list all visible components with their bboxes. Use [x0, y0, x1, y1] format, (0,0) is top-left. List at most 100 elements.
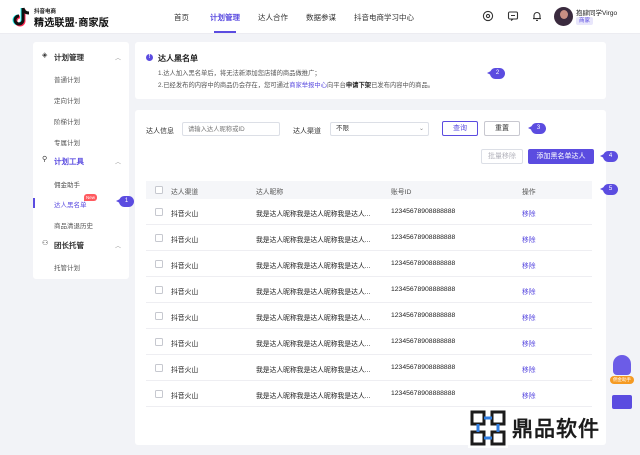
annotation-marker-3: 3 — [528, 123, 546, 134]
avatar[interactable] — [554, 7, 573, 26]
cell-account-id: 12345678908888888 — [391, 234, 456, 241]
annotation-marker-5: 5 — [600, 184, 618, 195]
sidebar-group-plan-tools[interactable]: 计划工具 — [54, 156, 84, 167]
help-circle-icon[interactable] — [482, 10, 494, 22]
chevron-up-icon[interactable]: ︿ — [115, 157, 121, 166]
cell-channel: 抖音火山 — [171, 341, 199, 348]
group-icon: ⚇ — [42, 240, 49, 247]
sidebar-item-hosted-plan[interactable]: 托管计划 — [54, 262, 80, 272]
cell-channel: 抖音火山 — [171, 367, 199, 374]
nav-item-plan-management[interactable]: 计划管理 — [210, 12, 240, 23]
select-all-checkbox[interactable] — [155, 186, 163, 194]
cell-channel: 抖音火山 — [171, 289, 199, 296]
commission-assistant-float[interactable]: 佣金助手 — [610, 355, 634, 387]
remove-link[interactable]: 移除 — [522, 338, 536, 348]
cell-account-id: 12345678908888888 — [391, 260, 456, 267]
chevron-up-icon[interactable]: ︿ — [115, 53, 121, 62]
cell-channel: 抖音火山 — [171, 315, 199, 322]
page-title: 达人黑名单 — [158, 54, 198, 63]
user-name[interactable]: 抱肆同学Virgo — [576, 7, 617, 17]
column-header-account-id: 账号ID — [391, 189, 412, 196]
remove-link[interactable]: 移除 — [522, 234, 536, 244]
annotation-marker-4: 4 — [600, 151, 618, 162]
plan-icon: ◈ — [42, 52, 48, 59]
talent-channel-label: 达人渠道 — [293, 128, 321, 135]
table-row: 抖音火山 我是达人昵称我是达人昵称我是达人... 12345678908888888… — [146, 303, 592, 329]
cell-channel: 抖音火山 — [171, 263, 199, 270]
cell-channel: 抖音火山 — [171, 211, 199, 218]
nav-item-learning-center[interactable]: 抖音电商学习中心 — [354, 12, 414, 23]
sidebar-item-normal-plan[interactable]: 普通计划 — [54, 74, 80, 84]
sidebar-item-product-clearance-history[interactable]: 商品清退历史 — [54, 220, 93, 230]
sidebar-item-commission-assistant[interactable]: 佣金助手 — [54, 179, 80, 189]
cell-account-id: 12345678908888888 — [391, 286, 456, 293]
row-checkbox[interactable] — [155, 286, 163, 294]
talent-channel-select[interactable]: 不限 ⌄ — [330, 122, 429, 136]
nav-item-home[interactable]: 首页 — [174, 12, 189, 23]
cell-account-id: 12345678908888888 — [391, 338, 456, 345]
cell-nickname: 我是达人昵称我是达人昵称我是达人... — [256, 393, 371, 400]
table-header: 达人渠道 达人昵称 账号ID 操作 — [146, 181, 592, 199]
cell-nickname: 我是达人昵称我是达人昵称我是达人... — [256, 341, 371, 348]
remove-link[interactable]: 移除 — [522, 390, 536, 400]
talent-info-input[interactable] — [182, 122, 280, 136]
sidebar-item-talent-blacklist[interactable]: 达人黑名单 — [54, 199, 87, 209]
notice-line-2-suffix: 已发布内容中的商品。 — [371, 82, 435, 89]
sidebar-group-leader-hosting[interactable]: 团长托管 — [54, 240, 84, 251]
annotation-marker-2: 2 — [487, 68, 505, 79]
remove-link[interactable]: 移除 — [522, 286, 536, 296]
row-checkbox[interactable] — [155, 390, 163, 398]
talent-info-label: 达人信息 — [146, 128, 174, 135]
batch-remove-button[interactable]: 批量移除 — [481, 149, 523, 164]
watermark-text: 鼎品软件 — [512, 418, 600, 441]
column-header-nickname: 达人昵称 — [256, 189, 284, 196]
row-checkbox[interactable] — [155, 208, 163, 216]
table-row: 抖音火山 我是达人昵称我是达人昵称我是达人... 12345678908888888… — [146, 329, 592, 355]
assistant-robot-icon — [613, 355, 631, 375]
sidebar-item-exclusive-plan[interactable]: 专属计划 — [54, 137, 80, 147]
add-blacklist-talent-button[interactable]: 添加黑名单达人 — [528, 149, 594, 164]
message-icon[interactable] — [507, 10, 519, 22]
brand-main-title: 精选联盟·商家版 — [34, 18, 109, 29]
table-row: 抖音火山 我是达人昵称我是达人昵称我是达人... 12345678908888888… — [146, 355, 592, 381]
sidebar-group-plan-management[interactable]: 计划管理 — [54, 52, 84, 63]
remove-link[interactable]: 移除 — [522, 208, 536, 218]
nav-item-talent-cooperation[interactable]: 达人合作 — [258, 12, 288, 23]
watermark: 鼎品软件 — [462, 404, 632, 452]
merchant-report-center-link[interactable]: 商家举报中心 — [289, 82, 327, 89]
remove-link[interactable]: 移除 — [522, 312, 536, 322]
remove-link[interactable]: 移除 — [522, 364, 536, 374]
sidebar-active-indicator — [33, 198, 35, 208]
cell-account-id: 12345678908888888 — [391, 364, 456, 371]
reset-button[interactable]: 重置 — [484, 121, 520, 136]
row-checkbox[interactable] — [155, 312, 163, 320]
nav-active-underline — [214, 31, 236, 33]
annotation-marker-1: 1 — [116, 196, 134, 207]
commission-assistant-float-label: 佣金助手 — [610, 376, 634, 384]
cell-channel: 抖音火山 — [171, 237, 199, 244]
sidebar: ◈ 计划管理 ︿ 普通计划 定向计划 阶梯计划 专属计划 ⚲ 计划工具 ︿ 佣金… — [33, 42, 129, 279]
row-checkbox[interactable] — [155, 364, 163, 372]
cell-channel: 抖音火山 — [171, 393, 199, 400]
blacklist-panel: 达人信息 达人渠道 不限 ⌄ 查询 重置 批量移除 添加黑名单达人 达人渠道 达… — [135, 110, 606, 445]
chevron-up-icon[interactable]: ︿ — [115, 241, 121, 250]
bell-icon[interactable] — [531, 10, 543, 22]
sidebar-item-targeted-plan[interactable]: 定向计划 — [54, 95, 80, 105]
cell-nickname: 我是达人昵称我是达人昵称我是达人... — [256, 237, 371, 244]
remove-link[interactable]: 移除 — [522, 260, 536, 270]
cell-nickname: 我是达人昵称我是达人昵称我是达人... — [256, 289, 371, 296]
cell-account-id: 12345678908888888 — [391, 208, 456, 215]
sidebar-item-tiered-plan[interactable]: 阶梯计划 — [54, 116, 80, 126]
brand-logo[interactable]: 抖音电商 精选联盟·商家版 — [12, 6, 112, 29]
talent-channel-value: 不限 — [336, 125, 349, 132]
search-button[interactable]: 查询 — [442, 121, 478, 136]
row-checkbox[interactable] — [155, 234, 163, 242]
merchant-badge: 商家 — [576, 17, 594, 25]
row-checkbox[interactable] — [155, 338, 163, 346]
nav-item-data-advisor[interactable]: 数据参谋 — [306, 12, 336, 23]
watermark-logo-icon — [468, 408, 508, 448]
column-header-action: 操作 — [522, 189, 536, 196]
cell-nickname: 我是达人昵称我是达人昵称我是达人... — [256, 211, 371, 218]
row-checkbox[interactable] — [155, 260, 163, 268]
notice-line-2-mid: 向平台 — [326, 82, 346, 89]
